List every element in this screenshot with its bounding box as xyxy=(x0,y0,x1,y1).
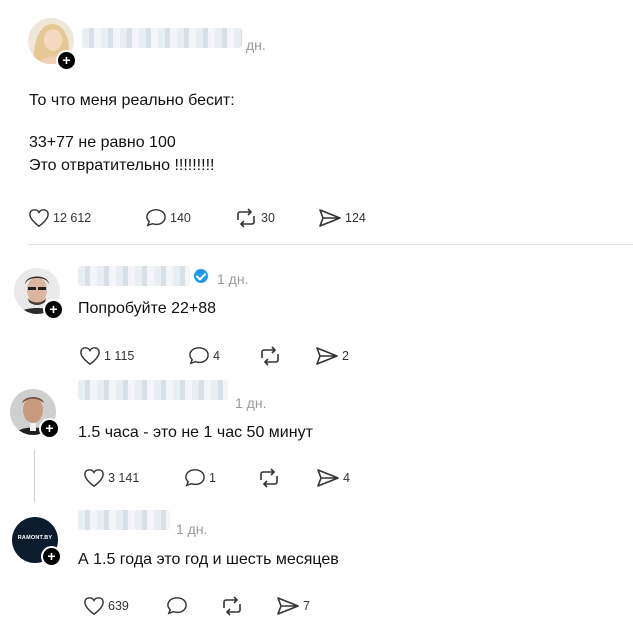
share-icon xyxy=(277,597,299,615)
comment-button[interactable]: 4 xyxy=(188,346,220,366)
like-count: 1 115 xyxy=(104,349,135,363)
comment-icon xyxy=(146,209,166,227)
username[interactable] xyxy=(78,510,170,530)
follow-plus-icon[interactable]: + xyxy=(39,418,60,439)
comment-button[interactable] xyxy=(166,596,191,616)
like-button[interactable]: 12 612 xyxy=(28,208,91,228)
reply-time: 1 дн. xyxy=(176,521,208,537)
post-text-line3: Это отвратительно !!!!!!!!! xyxy=(29,157,215,174)
follow-plus-icon[interactable]: + xyxy=(41,546,62,567)
share-count: 2 xyxy=(342,349,349,363)
share-button[interactable]: 4 xyxy=(316,468,350,488)
repost-icon xyxy=(237,208,255,228)
reply-time: 1 дн. xyxy=(217,271,249,287)
repost-button[interactable] xyxy=(258,346,285,366)
share-count: 7 xyxy=(303,599,310,613)
reply-text: Попробуйте 22+88 xyxy=(78,300,217,317)
share-icon xyxy=(316,347,338,365)
repost-icon xyxy=(260,468,278,488)
divider xyxy=(28,244,633,245)
share-button[interactable]: 2 xyxy=(315,346,349,366)
like-count: 12 612 xyxy=(53,211,92,225)
comment-button[interactable]: 140 xyxy=(145,208,191,228)
post-text-line2: 33+77 не равно 100 xyxy=(29,134,176,151)
follow-plus-icon[interactable]: + xyxy=(43,299,64,320)
follow-plus-icon[interactable]: + xyxy=(56,50,77,71)
post-text-line1: То что меня реально бесит: xyxy=(29,92,235,109)
username[interactable] xyxy=(82,28,242,48)
share-icon xyxy=(319,209,341,227)
heart-icon xyxy=(84,469,104,488)
share-count: 4 xyxy=(343,471,350,485)
share-icon xyxy=(317,469,339,487)
comment-count: 1 xyxy=(209,471,216,485)
comment-count: 140 xyxy=(170,211,191,225)
reply-text: А 1.5 года это год и шесть месяцев xyxy=(78,551,339,568)
like-button[interactable]: 3 141 xyxy=(83,468,139,488)
thread-line xyxy=(34,450,35,502)
reply-time: 1 дн. xyxy=(235,395,267,411)
heart-icon xyxy=(84,597,104,616)
post-time: дн. xyxy=(246,37,266,53)
comment-button[interactable]: 1 xyxy=(184,468,216,488)
repost-icon xyxy=(223,596,241,616)
like-count: 3 141 xyxy=(108,471,140,485)
like-count: 639 xyxy=(108,599,129,613)
username[interactable] xyxy=(78,380,228,400)
avatar-logo-text: RAMONT.BY xyxy=(17,535,53,541)
repost-icon xyxy=(261,346,279,366)
username[interactable] xyxy=(78,266,190,286)
repost-count: 30 xyxy=(261,211,275,225)
share-button[interactable]: 124 xyxy=(318,208,366,228)
comment-count: 4 xyxy=(213,349,220,363)
repost-button[interactable] xyxy=(220,596,247,616)
reply-text: 1.5 часа - это не 1 час 50 минут xyxy=(78,424,313,441)
share-count: 124 xyxy=(345,211,366,225)
repost-button[interactable] xyxy=(257,468,284,488)
verified-icon xyxy=(194,269,208,283)
comment-icon xyxy=(167,597,187,615)
heart-icon xyxy=(80,347,100,366)
like-button[interactable]: 1 115 xyxy=(79,346,134,366)
comment-icon xyxy=(185,469,205,487)
comment-icon xyxy=(189,347,209,365)
like-button[interactable]: 639 xyxy=(83,596,129,616)
repost-button[interactable]: 30 xyxy=(234,208,275,228)
heart-icon xyxy=(29,209,49,228)
share-button[interactable]: 7 xyxy=(276,596,310,616)
